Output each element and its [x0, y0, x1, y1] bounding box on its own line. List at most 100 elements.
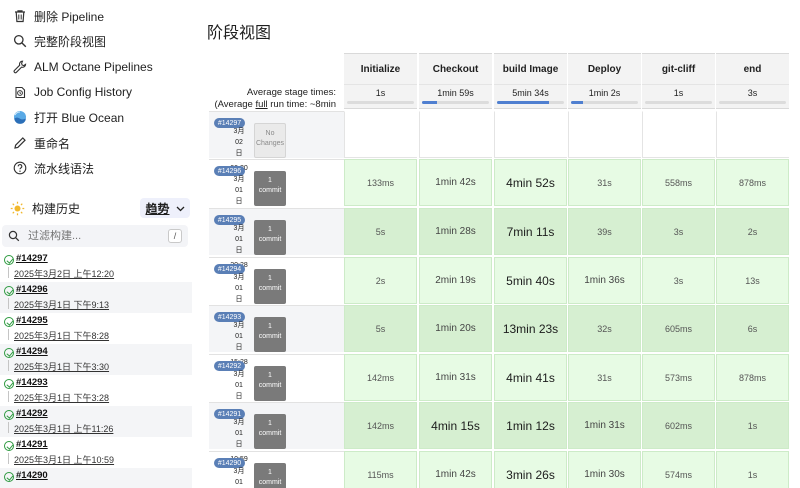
stage-cell-build-image[interactable]: 4min 52s — [494, 159, 567, 206]
no-changes-box[interactable]: No Changes — [254, 123, 286, 158]
build-history-item[interactable]: #14294 2025年3月1日 下午3:30 — [0, 344, 192, 375]
stage-cell-end[interactable]: 878ms — [716, 159, 789, 206]
sidebar-item-delete-pipeline[interactable]: 删除 Pipeline — [0, 6, 196, 26]
sidebar-item-label: Job Config History — [34, 85, 133, 99]
stage-cell-git-cliff[interactable]: 605ms — [642, 305, 715, 352]
build-number-link[interactable]: #14293 — [16, 377, 48, 388]
stage-cell-checkout[interactable] — [419, 111, 492, 158]
build-filter-box[interactable]: / — [2, 225, 188, 247]
commit-box[interactable]: 1 commit — [254, 463, 286, 488]
stage-cell-end[interactable]: 6s — [716, 305, 789, 352]
commit-box[interactable]: 1 commit — [254, 171, 286, 206]
stage-cell-checkout[interactable]: 1min 28s — [419, 208, 492, 255]
stage-avg-progress — [497, 101, 564, 104]
sidebar-item-alm-octane[interactable]: ALM Octane Pipelines — [0, 57, 196, 77]
stage-avg-value: 1min 59s — [437, 88, 474, 98]
stage-cell-git-cliff[interactable]: 573ms — [642, 354, 715, 401]
stage-cell-build-image[interactable]: 5min 40s — [494, 257, 567, 304]
build-number-link[interactable]: #14294 — [16, 346, 48, 357]
stage-cell-build-image[interactable]: 3min 26s — [494, 451, 567, 488]
build-history-item[interactable]: #14297 2025年3月2日 上午12:20 — [0, 251, 192, 282]
stage-cell-checkout[interactable]: 1min 42s — [419, 159, 492, 206]
stage-cell-git-cliff[interactable] — [642, 111, 715, 158]
build-history-item[interactable]: #14295 2025年3月1日 下午8:28 — [0, 313, 192, 344]
stage-cell-deploy[interactable]: 32s — [568, 305, 641, 352]
stage-cell-end[interactable]: 878ms — [716, 354, 789, 401]
stage-cell-git-cliff[interactable]: 3s — [642, 208, 715, 255]
stage-cell-checkout[interactable]: 2min 19s — [419, 257, 492, 304]
stage-cell-end[interactable]: 2s — [716, 208, 789, 255]
stage-cell-end[interactable]: 1s — [716, 451, 789, 488]
stage-avg-value: 1s — [375, 88, 386, 98]
sidebar-item-full-stage-view[interactable]: 完整阶段视图 — [0, 31, 196, 51]
sidebar-item-pipeline-syntax[interactable]: 流水线语法 — [0, 158, 196, 178]
sidebar-item-label: 重命名 — [34, 136, 71, 151]
stage-cell-initialize[interactable] — [344, 111, 417, 158]
stage-cell-initialize[interactable]: 142ms — [344, 354, 417, 401]
stage-cell-build-image[interactable] — [494, 111, 567, 158]
commit-box[interactable]: 1 commit — [254, 366, 286, 401]
success-check-icon — [4, 317, 14, 327]
stage-cell-initialize[interactable]: 115ms — [344, 451, 417, 488]
build-history-item[interactable]: #14292 2025年3月1日 上午11:26 — [0, 406, 192, 437]
stage-cell-deploy[interactable]: 39s — [568, 208, 641, 255]
build-date-link[interactable]: 2025年3月1日 上午11:26 — [14, 422, 113, 435]
stage-cell-git-cliff[interactable]: 602ms — [642, 402, 715, 449]
stage-cell-git-cliff[interactable]: 558ms — [642, 159, 715, 206]
stage-cell-deploy[interactable]: 1min 36s — [568, 257, 641, 304]
build-date-link[interactable]: 2025年3月1日 下午8:28 — [14, 329, 109, 342]
build-number-link[interactable]: #14296 — [16, 284, 48, 295]
stage-cell-deploy[interactable] — [568, 111, 641, 158]
build-history-item[interactable]: #14291 2025年3月1日 上午10:59 — [0, 437, 192, 468]
stage-cell-initialize[interactable]: 5s — [344, 305, 417, 352]
stage-cell-initialize[interactable]: 2s — [344, 257, 417, 304]
stage-cell-build-image[interactable]: 13min 23s — [494, 305, 567, 352]
build-history-item[interactable]: #14296 2025年3月1日 下午9:13 — [0, 282, 192, 313]
stage-cell-deploy[interactable]: 31s — [568, 159, 641, 206]
commit-box[interactable]: 1 commit — [254, 269, 286, 304]
stage-cell-build-image[interactable]: 4min 41s — [494, 354, 567, 401]
run-date-line: 3月 01 — [233, 468, 245, 486]
build-date-link[interactable]: 2025年3月1日 下午3:30 — [14, 360, 109, 373]
build-number-link[interactable]: #14291 — [16, 439, 48, 450]
sidebar: 删除 Pipeline 完整阶段视图 ALM Octane Pipelines … — [0, 0, 196, 488]
sidebar-item-rename[interactable]: 重命名 — [0, 133, 196, 153]
sidebar-item-label: ALM Octane Pipelines — [34, 60, 153, 74]
stage-cell-initialize[interactable]: 133ms — [344, 159, 417, 206]
build-date-link[interactable]: 2025年3月1日 上午10:59 — [14, 453, 114, 466]
stage-cell-end[interactable]: 1s — [716, 402, 789, 449]
build-filter-input[interactable] — [28, 230, 158, 242]
stage-cell-checkout[interactable]: 1min 31s — [419, 354, 492, 401]
stage-cell-deploy[interactable]: 1min 30s — [568, 451, 641, 488]
sidebar-item-job-config-history[interactable]: Job Config History — [0, 82, 196, 102]
stage-cell-end[interactable]: 13s — [716, 257, 789, 304]
stage-cell-deploy[interactable]: 1min 31s — [568, 402, 641, 449]
stage-cell-initialize[interactable]: 5s — [344, 208, 417, 255]
stage-cell-deploy[interactable]: 31s — [568, 354, 641, 401]
build-history-item[interactable]: #14290 — [0, 468, 192, 488]
stage-cell-initialize[interactable]: 142ms — [344, 402, 417, 449]
full-run-link[interactable]: full — [255, 99, 267, 110]
build-date-link[interactable]: 2025年3月2日 上午12:20 — [14, 267, 114, 280]
build-number-link[interactable]: #14297 — [16, 253, 48, 264]
commit-line: 1 — [268, 226, 272, 233]
commit-box[interactable]: 1 commit — [254, 317, 286, 352]
stage-cell-build-image[interactable]: 7min 11s — [494, 208, 567, 255]
build-history-item[interactable]: #14293 2025年3月1日 下午3:28 — [0, 375, 192, 406]
trend-button[interactable]: 趋势 — [140, 198, 190, 218]
stage-cell-checkout[interactable]: 1min 20s — [419, 305, 492, 352]
build-date-link[interactable]: 2025年3月1日 下午3:28 — [14, 391, 109, 404]
stage-cell-build-image[interactable]: 1min 12s — [494, 402, 567, 449]
stage-cell-checkout[interactable]: 4min 15s — [419, 402, 492, 449]
sidebar-item-blue-ocean[interactable]: 打开 Blue Ocean — [0, 107, 196, 127]
stage-cell-git-cliff[interactable]: 574ms — [642, 451, 715, 488]
build-date-link[interactable]: 2025年3月1日 下午9:13 — [14, 298, 109, 311]
stage-cell-checkout[interactable]: 1min 42s — [419, 451, 492, 488]
build-number-link[interactable]: #14290 — [16, 470, 48, 481]
stage-cell-end[interactable] — [716, 111, 789, 158]
commit-box[interactable]: 1 commit — [254, 220, 286, 255]
stage-cell-git-cliff[interactable]: 3s — [642, 257, 715, 304]
build-number-link[interactable]: #14295 — [16, 315, 48, 326]
commit-box[interactable]: 1 commit — [254, 414, 286, 449]
build-number-link[interactable]: #14292 — [16, 408, 48, 419]
